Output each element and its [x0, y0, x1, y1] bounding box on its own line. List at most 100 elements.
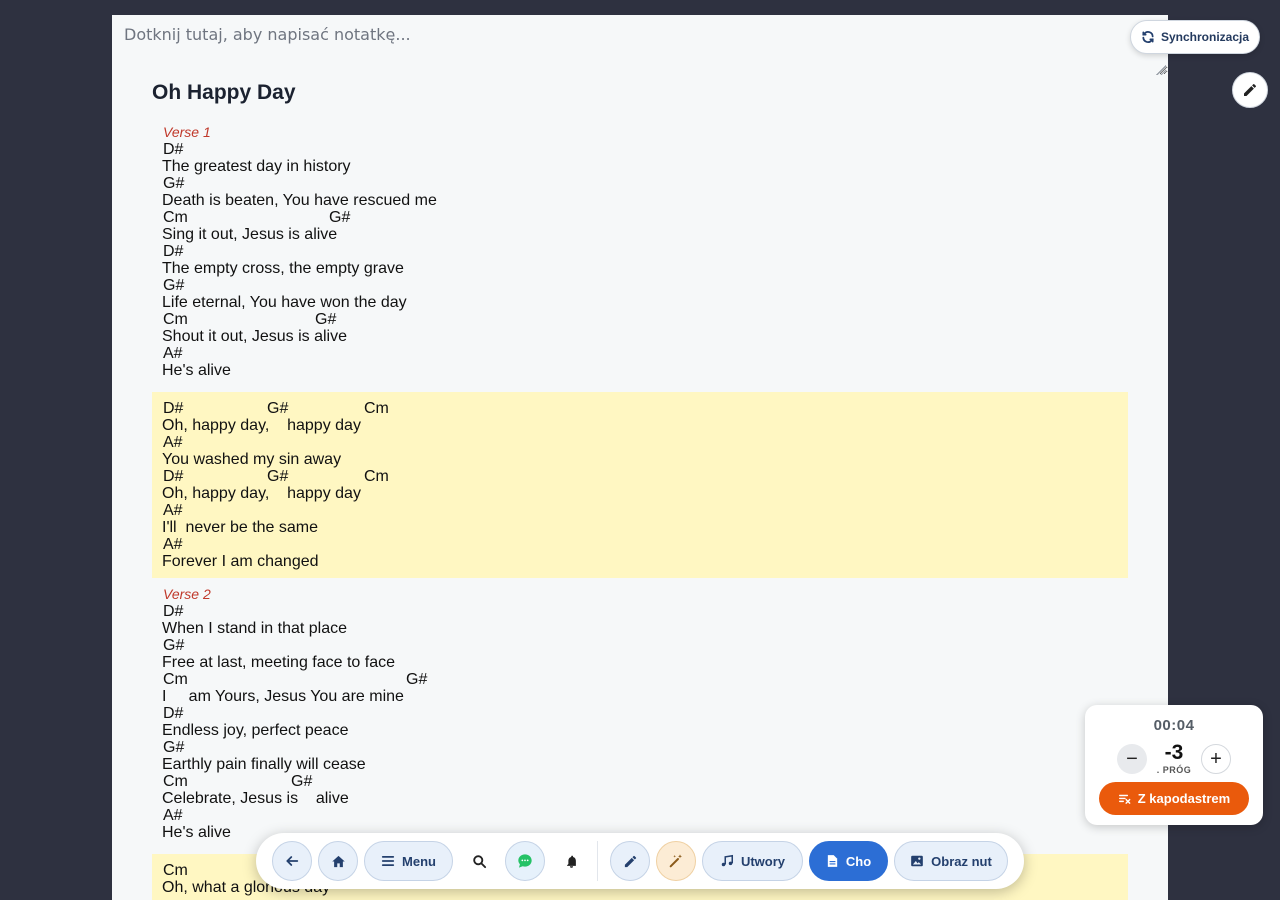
capo-decrease-button[interactable]: −	[1117, 744, 1147, 774]
chord-row: Cm G#	[162, 773, 1118, 790]
lyric-line: Free at last, meeting face to face	[162, 654, 396, 671]
chord-row: A#	[162, 807, 1118, 824]
sheet-music-button[interactable]: Obraz nut	[894, 841, 1008, 881]
menu-icon	[381, 856, 395, 866]
magic-wand-button[interactable]	[656, 841, 696, 881]
lyric-line: You washed my sin away	[162, 451, 342, 468]
capo-increase-button[interactable]: +	[1201, 744, 1231, 774]
lyric-line: The empty cross, the empty grave	[162, 260, 404, 277]
lyric-line: Earthly pain finally will cease	[162, 756, 366, 773]
chord: G#	[163, 175, 185, 192]
chord: D#	[163, 400, 184, 417]
chord-row: Cm G#	[162, 311, 1118, 328]
chord: Cm	[364, 400, 389, 417]
chord: G#	[163, 637, 185, 654]
section-label: Verse 1	[163, 124, 211, 140]
section-label: Verse 2	[163, 586, 211, 602]
chord: G#	[291, 773, 313, 790]
lyric-line: Oh, happy day, happy day	[162, 485, 361, 502]
chord: D#	[163, 243, 184, 260]
chord: Cm	[163, 773, 188, 790]
chorus-section: D# G# Cm Oh, happy day, happy day A# You wash…	[152, 392, 1128, 578]
toolbar-separator	[597, 841, 598, 881]
chord: D#	[163, 468, 184, 485]
notifications-button[interactable]	[551, 841, 591, 881]
chat-button[interactable]	[505, 841, 545, 881]
lyric-line: Celebrate, Jesus is alive	[162, 790, 349, 807]
chord-row: D# G# Cm	[162, 400, 1118, 417]
chord: A#	[163, 502, 183, 519]
chord-row: A#	[162, 502, 1118, 519]
chord-row: Cm G#	[162, 671, 1118, 688]
home-icon	[331, 855, 345, 867]
chord: Cm	[163, 209, 188, 226]
note-input[interactable]	[112, 15, 1168, 75]
lyric-line: Death is beaten, You have rescued me	[162, 192, 437, 209]
capo-unit: . PRÓG	[1156, 765, 1192, 775]
lyric-line: The greatest day in history	[162, 158, 351, 175]
chord-row: Cm G#	[162, 209, 1118, 226]
music-note-icon	[721, 854, 733, 867]
chord: G#	[267, 400, 289, 417]
chord: G#	[406, 671, 428, 688]
back-button[interactable]	[272, 841, 312, 881]
songs-button[interactable]: Utwory	[702, 841, 803, 881]
chord-row: A#	[162, 434, 1118, 451]
chord-row: D#	[162, 243, 1118, 260]
draw-button[interactable]	[610, 841, 650, 881]
chord: Cm	[163, 311, 188, 328]
sync-icon	[1142, 31, 1154, 43]
edit-fab-button[interactable]	[1232, 72, 1268, 108]
chord: G#	[315, 311, 337, 328]
lyric-line: Oh, happy day, happy day	[162, 417, 361, 434]
chat-bubble-icon	[518, 854, 532, 868]
cho-button[interactable]: Cho	[809, 841, 888, 881]
capo-button[interactable]: Z kapodastrem	[1099, 782, 1249, 815]
bottom-toolbar: Menu Utwory Cho Obraz nut	[256, 833, 1024, 889]
chord: G#	[163, 277, 185, 294]
chord-row: G#	[162, 175, 1118, 192]
capo-icon	[1118, 794, 1131, 804]
home-button[interactable]	[318, 841, 358, 881]
chord-row: A#	[162, 536, 1118, 553]
chord: D#	[163, 603, 184, 620]
chord-row: D# G# Cm	[162, 468, 1118, 485]
capo-button-label: Z kapodastrem	[1137, 791, 1231, 806]
lyric-line: Shout it out, Jesus is alive	[162, 328, 347, 345]
pencil-icon	[1244, 83, 1256, 96]
lyric-line: I am Yours, Jesus You are mine	[162, 688, 404, 705]
chord-row: G#	[162, 637, 1118, 654]
chord-row: G#	[162, 277, 1118, 294]
magic-wand-icon	[669, 854, 682, 868]
songs-label: Utwory	[740, 853, 786, 869]
chord: A#	[163, 345, 183, 362]
image-icon	[911, 855, 923, 867]
song-body: Verse 1 D# The greatest day in history G# De…	[152, 121, 1128, 900]
sync-button[interactable]: Synchronizacja	[1130, 20, 1260, 54]
chord: A#	[163, 434, 183, 451]
chord: G#	[163, 739, 185, 756]
chord: G#	[329, 209, 351, 226]
chord-row: D#	[162, 603, 1118, 620]
menu-button[interactable]: Menu	[364, 841, 453, 881]
arrow-left-icon	[286, 856, 299, 866]
lyric-line: Life eternal, You have won the day	[162, 294, 407, 311]
verse-section: Verse 1 D# The greatest day in history G# De…	[152, 121, 1128, 387]
lyric-line: When I stand in that place	[162, 620, 347, 637]
capo-panel: 00:04 − -3 . PRÓG + Z kapodastrem	[1085, 705, 1263, 825]
chord: A#	[163, 536, 183, 553]
resize-grip-icon[interactable]	[1156, 65, 1166, 75]
lyric-line: Sing it out, Jesus is alive	[162, 226, 338, 243]
chord: A#	[163, 807, 183, 824]
chord: Cm	[163, 862, 188, 879]
chord: Cm	[364, 468, 389, 485]
search-button[interactable]	[459, 841, 499, 881]
chord: D#	[163, 141, 184, 158]
chord: G#	[267, 468, 289, 485]
chord-row: D#	[162, 141, 1118, 158]
chord: Cm	[163, 671, 188, 688]
chord-row: D#	[162, 705, 1118, 722]
chord-row: G#	[162, 739, 1118, 756]
song-title: Oh Happy Day	[152, 81, 296, 104]
sheet-music-label: Obraz nut	[931, 853, 992, 869]
